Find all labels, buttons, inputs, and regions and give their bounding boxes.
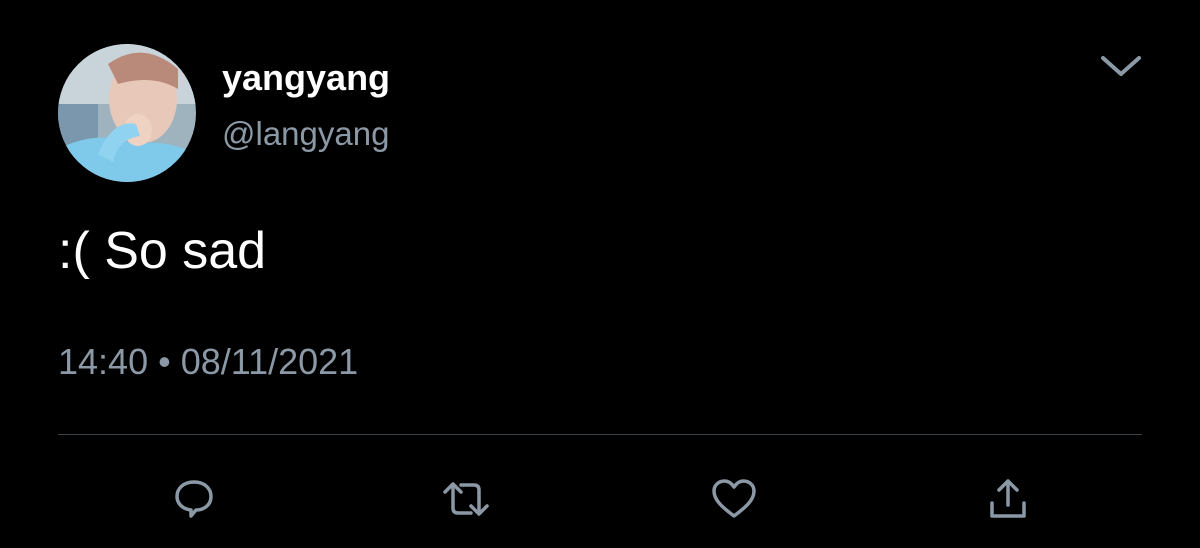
share-button[interactable]: [980, 474, 1036, 524]
tweet-date[interactable]: 08/11/2021: [181, 341, 359, 382]
tweet-card: yangyang @langyang :( So sad 14:40 • 08/11…: [0, 0, 1200, 548]
avatar[interactable]: [58, 44, 196, 182]
share-icon: [990, 479, 1026, 518]
avatar-photo: [58, 44, 196, 182]
display-name[interactable]: yangyang: [222, 56, 390, 100]
chevron-down-icon: [1101, 56, 1141, 76]
reply-icon: [175, 480, 213, 518]
reply-button[interactable]: [166, 474, 222, 524]
user-handle[interactable]: @langyang: [222, 114, 389, 154]
like-button[interactable]: [706, 474, 762, 524]
more-options-button[interactable]: [1094, 46, 1148, 86]
retweet-button[interactable]: [438, 474, 494, 524]
tweet-text: :( So sad: [58, 222, 267, 280]
divider: [58, 434, 1142, 435]
heart-icon: [712, 479, 756, 518]
meta-separator: •: [158, 341, 171, 382]
retweet-icon: [443, 482, 489, 516]
tweet-timestamp: 14:40 • 08/11/2021: [58, 340, 358, 384]
tweet-time[interactable]: 14:40: [58, 341, 148, 382]
